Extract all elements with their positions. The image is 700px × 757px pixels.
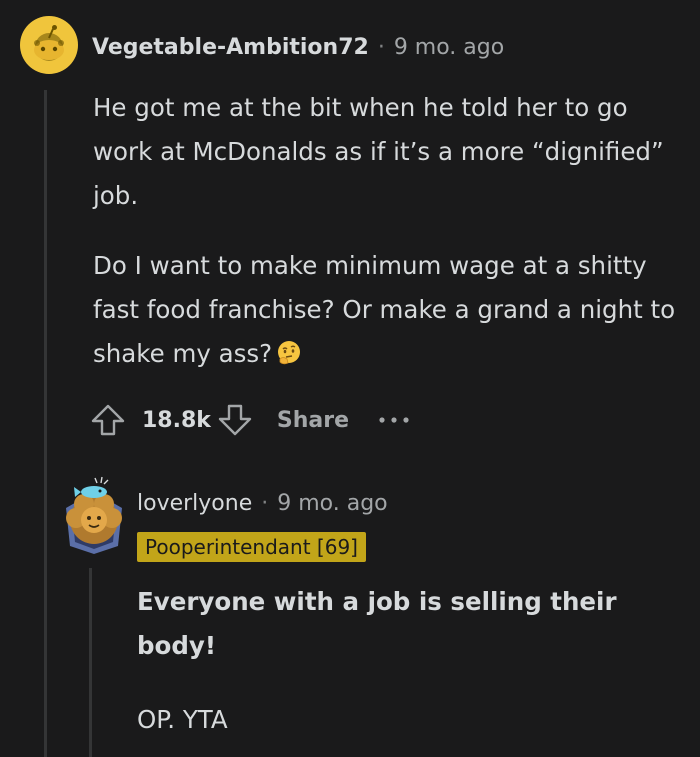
comment-actions: 18.8k Share [88,398,411,442]
comment-paragraph-text: Do I want to make minimum wage at a shit… [93,251,676,368]
timestamp[interactable]: 9 mo. ago [394,35,504,60]
more-options-icon[interactable] [377,410,411,430]
thread-line-collapse-reply[interactable] [89,568,92,757]
timestamp[interactable]: 9 mo. ago [277,491,387,516]
separator-dot: · [377,34,385,60]
share-button[interactable]: Share [277,408,349,433]
username-link[interactable]: Vegetable-Ambition72 [92,35,369,60]
comment-paragraph: He got me at the bit when he told her to… [93,93,664,210]
comment-paragraph: Do I want to make minimum wage at a shit… [93,244,683,376]
comment-body: He got me at the bit when he told her to… [93,86,683,376]
upvote-arrow-icon[interactable] [88,400,128,440]
separator-dot: · [261,490,269,516]
user-flair-badge: Pooperintendant [69] [137,532,366,562]
comment-thread: Vegetable-Ambition72 · 9 mo. ago He got … [0,0,700,757]
thread-line-collapse[interactable] [44,90,47,757]
comment-body: Everyone with a job is selling their bod… [137,580,677,742]
thinking-face-icon [278,341,301,365]
username-link[interactable]: loverlyone [137,491,252,516]
vote-score: 18.8k [142,407,211,433]
comment-header: Vegetable-Ambition72 · 9 mo. ago [92,30,504,64]
comment-paragraph: OP. YTA [137,705,228,734]
user-avatar-snoo-icon[interactable] [62,474,126,556]
comment-header: loverlyone · 9 mo. ago [137,486,388,520]
user-avatar-snoo-icon[interactable] [20,16,78,74]
downvote-arrow-icon[interactable] [215,400,255,440]
comment-paragraph: Everyone with a job is selling their bod… [137,587,617,660]
